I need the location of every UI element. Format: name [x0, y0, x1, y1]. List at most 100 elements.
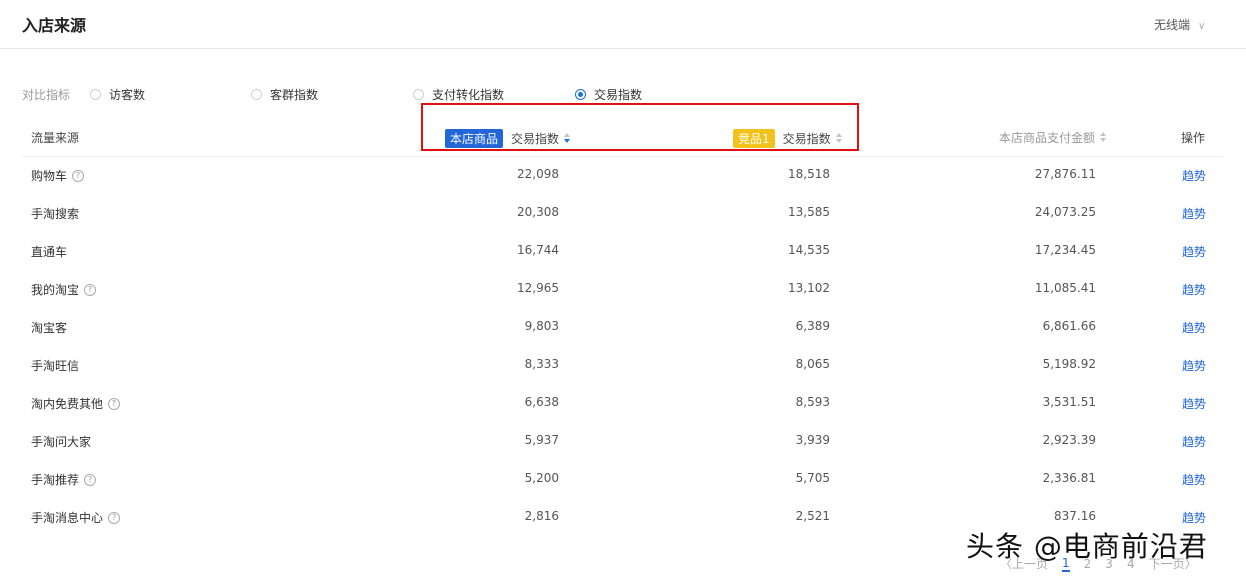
- help-icon[interactable]: ?: [84, 283, 97, 296]
- store-pay-amount: 11,085.41: [1034, 281, 1096, 295]
- table-row: 手淘搜索 20,308 13,585 24,073.25 趋势: [22, 194, 1222, 232]
- help-icon[interactable]: ?: [72, 169, 85, 182]
- source-name: 我的淘宝: [31, 283, 80, 297]
- source-name: 手淘问大家: [31, 435, 92, 449]
- source-cell: 手淘推荐?: [31, 471, 97, 488]
- radio-customer-index[interactable]: 客群指数: [251, 86, 318, 103]
- device-select[interactable]: 无线端 ∨: [1154, 16, 1205, 33]
- source-cell: 手淘消息中心?: [31, 509, 121, 526]
- device-select-value: 无线端: [1154, 18, 1191, 32]
- store-trade-index: 20,308: [517, 205, 559, 219]
- competitor-trade-index: 14,535: [788, 243, 830, 257]
- compare-indicator-label: 对比指标: [22, 88, 71, 102]
- radio-visitors[interactable]: 访客数: [90, 86, 145, 103]
- source-cell: 购物车?: [31, 167, 85, 184]
- source-name: 手淘搜索: [31, 207, 80, 221]
- radio-checked-icon: [575, 89, 586, 100]
- trend-link[interactable]: 趋势: [1182, 471, 1206, 488]
- source-cell: 淘宝客: [31, 319, 67, 336]
- table-row: 淘内免费其他? 6,638 8,593 3,531.51 趋势: [22, 384, 1222, 422]
- store-pay-amount: 5,198.92: [1042, 357, 1096, 371]
- radio-label: 交易指数: [594, 88, 643, 102]
- store-trade-index: 2,816: [524, 509, 559, 523]
- competitor-trade-index: 13,102: [788, 281, 830, 295]
- store-pay-amount: 3,531.51: [1042, 395, 1096, 409]
- trend-link[interactable]: 趋势: [1182, 281, 1206, 298]
- sort-icon[interactable]: [1100, 131, 1107, 144]
- source-name: 手淘旺信: [31, 359, 80, 373]
- trend-link[interactable]: 趋势: [1182, 319, 1206, 336]
- table-body: 购物车? 22,098 18,518 27,876.11 趋势 手淘搜索 20,…: [22, 156, 1222, 536]
- source-cell: 直通车: [31, 243, 67, 260]
- competitor-trade-index: 5,705: [795, 471, 830, 485]
- competitor-trade-index: 2,521: [795, 509, 830, 523]
- store-trade-index: 22,098: [517, 167, 559, 181]
- store-pay-amount: 2,336.81: [1042, 471, 1096, 485]
- source-name: 直通车: [31, 245, 68, 259]
- table-row: 直通车 16,744 14,535 17,234.45 趋势: [22, 232, 1222, 270]
- trend-link[interactable]: 趋势: [1182, 395, 1206, 412]
- table-row: 手淘推荐? 5,200 5,705 2,336.81 趋势: [22, 460, 1222, 498]
- help-icon[interactable]: ?: [108, 397, 121, 410]
- source-name: 淘宝客: [31, 321, 68, 335]
- highlight-annotation-box: [421, 103, 859, 151]
- store-pay-amount: 6,861.66: [1042, 319, 1096, 333]
- radio-label: 客群指数: [270, 88, 319, 102]
- help-icon[interactable]: ?: [84, 473, 97, 486]
- trend-link[interactable]: 趋势: [1182, 205, 1206, 222]
- store-pay-amount: 27,876.11: [1034, 167, 1096, 181]
- source-name: 淘内免费其他: [31, 397, 104, 411]
- table-row: 手淘旺信 8,333 8,065 5,198.92 趋势: [22, 346, 1222, 384]
- store-trade-index: 6,638: [524, 395, 559, 409]
- compare-indicator-row: 对比指标 访客数 客群指数 支付转化指数 交易指数: [0, 84, 1246, 104]
- table-row: 淘宝客 9,803 6,389 6,861.66 趋势: [22, 308, 1222, 346]
- competitor-trade-index: 8,593: [795, 395, 830, 409]
- store-pay-amount: 17,234.45: [1034, 243, 1096, 257]
- store-trade-index: 9,803: [524, 319, 559, 333]
- column-store-pay-amount[interactable]: 本店商品支付金额: [999, 129, 1107, 146]
- column-action: 操作: [1181, 131, 1206, 145]
- competitor-trade-index: 8,065: [795, 357, 830, 371]
- source-name: 手淘消息中心: [31, 511, 104, 525]
- watermark: 头条 @电商前沿君: [966, 530, 1208, 563]
- store-trade-index: 8,333: [524, 357, 559, 371]
- source-cell: 我的淘宝?: [31, 281, 97, 298]
- chevron-down-icon: ∨: [1198, 21, 1206, 32]
- store-pay-amount: 24,073.25: [1034, 205, 1096, 219]
- radio-circle-icon: [251, 89, 262, 100]
- source-cell: 手淘搜索: [31, 205, 79, 222]
- table-row: 手淘问大家 5,937 3,939 2,923.39 趋势: [22, 422, 1222, 460]
- trend-link[interactable]: 趋势: [1182, 357, 1206, 374]
- trend-link[interactable]: 趋势: [1182, 509, 1206, 526]
- page-header: 入店来源 无线端 ∨: [0, 0, 1246, 49]
- competitor-trade-index: 18,518: [788, 167, 830, 181]
- competitor-trade-index: 3,939: [795, 433, 830, 447]
- store-trade-index: 12,965: [517, 281, 559, 295]
- page-title: 入店来源: [22, 16, 87, 35]
- source-cell: 手淘旺信: [31, 357, 79, 374]
- column-source: 流量来源: [31, 131, 80, 145]
- store-trade-index: 5,200: [524, 471, 559, 485]
- radio-trade-index[interactable]: 交易指数: [575, 86, 642, 103]
- help-icon[interactable]: ?: [108, 511, 121, 524]
- trend-link[interactable]: 趋势: [1182, 243, 1206, 260]
- source-name: 购物车: [31, 169, 68, 183]
- store-pay-amount: 837.16: [1054, 509, 1096, 523]
- column-label: 本店商品支付金额: [999, 131, 1096, 145]
- table-row: 购物车? 22,098 18,518 27,876.11 趋势: [22, 156, 1222, 194]
- store-trade-index: 16,744: [517, 243, 559, 257]
- radio-label: 支付转化指数: [432, 88, 505, 102]
- source-cell: 手淘问大家: [31, 433, 91, 450]
- competitor-trade-index: 13,585: [788, 205, 830, 219]
- radio-circle-icon: [413, 89, 424, 100]
- store-trade-index: 5,937: [524, 433, 559, 447]
- trend-link[interactable]: 趋势: [1182, 433, 1206, 450]
- radio-circle-icon: [90, 89, 101, 100]
- radio-conversion-index[interactable]: 支付转化指数: [413, 86, 504, 103]
- source-cell: 淘内免费其他?: [31, 395, 121, 412]
- trend-link[interactable]: 趋势: [1182, 167, 1206, 184]
- competitor-trade-index: 6,389: [795, 319, 830, 333]
- radio-label: 访客数: [109, 88, 146, 102]
- source-name: 手淘推荐: [31, 473, 80, 487]
- store-pay-amount: 2,923.39: [1042, 433, 1096, 447]
